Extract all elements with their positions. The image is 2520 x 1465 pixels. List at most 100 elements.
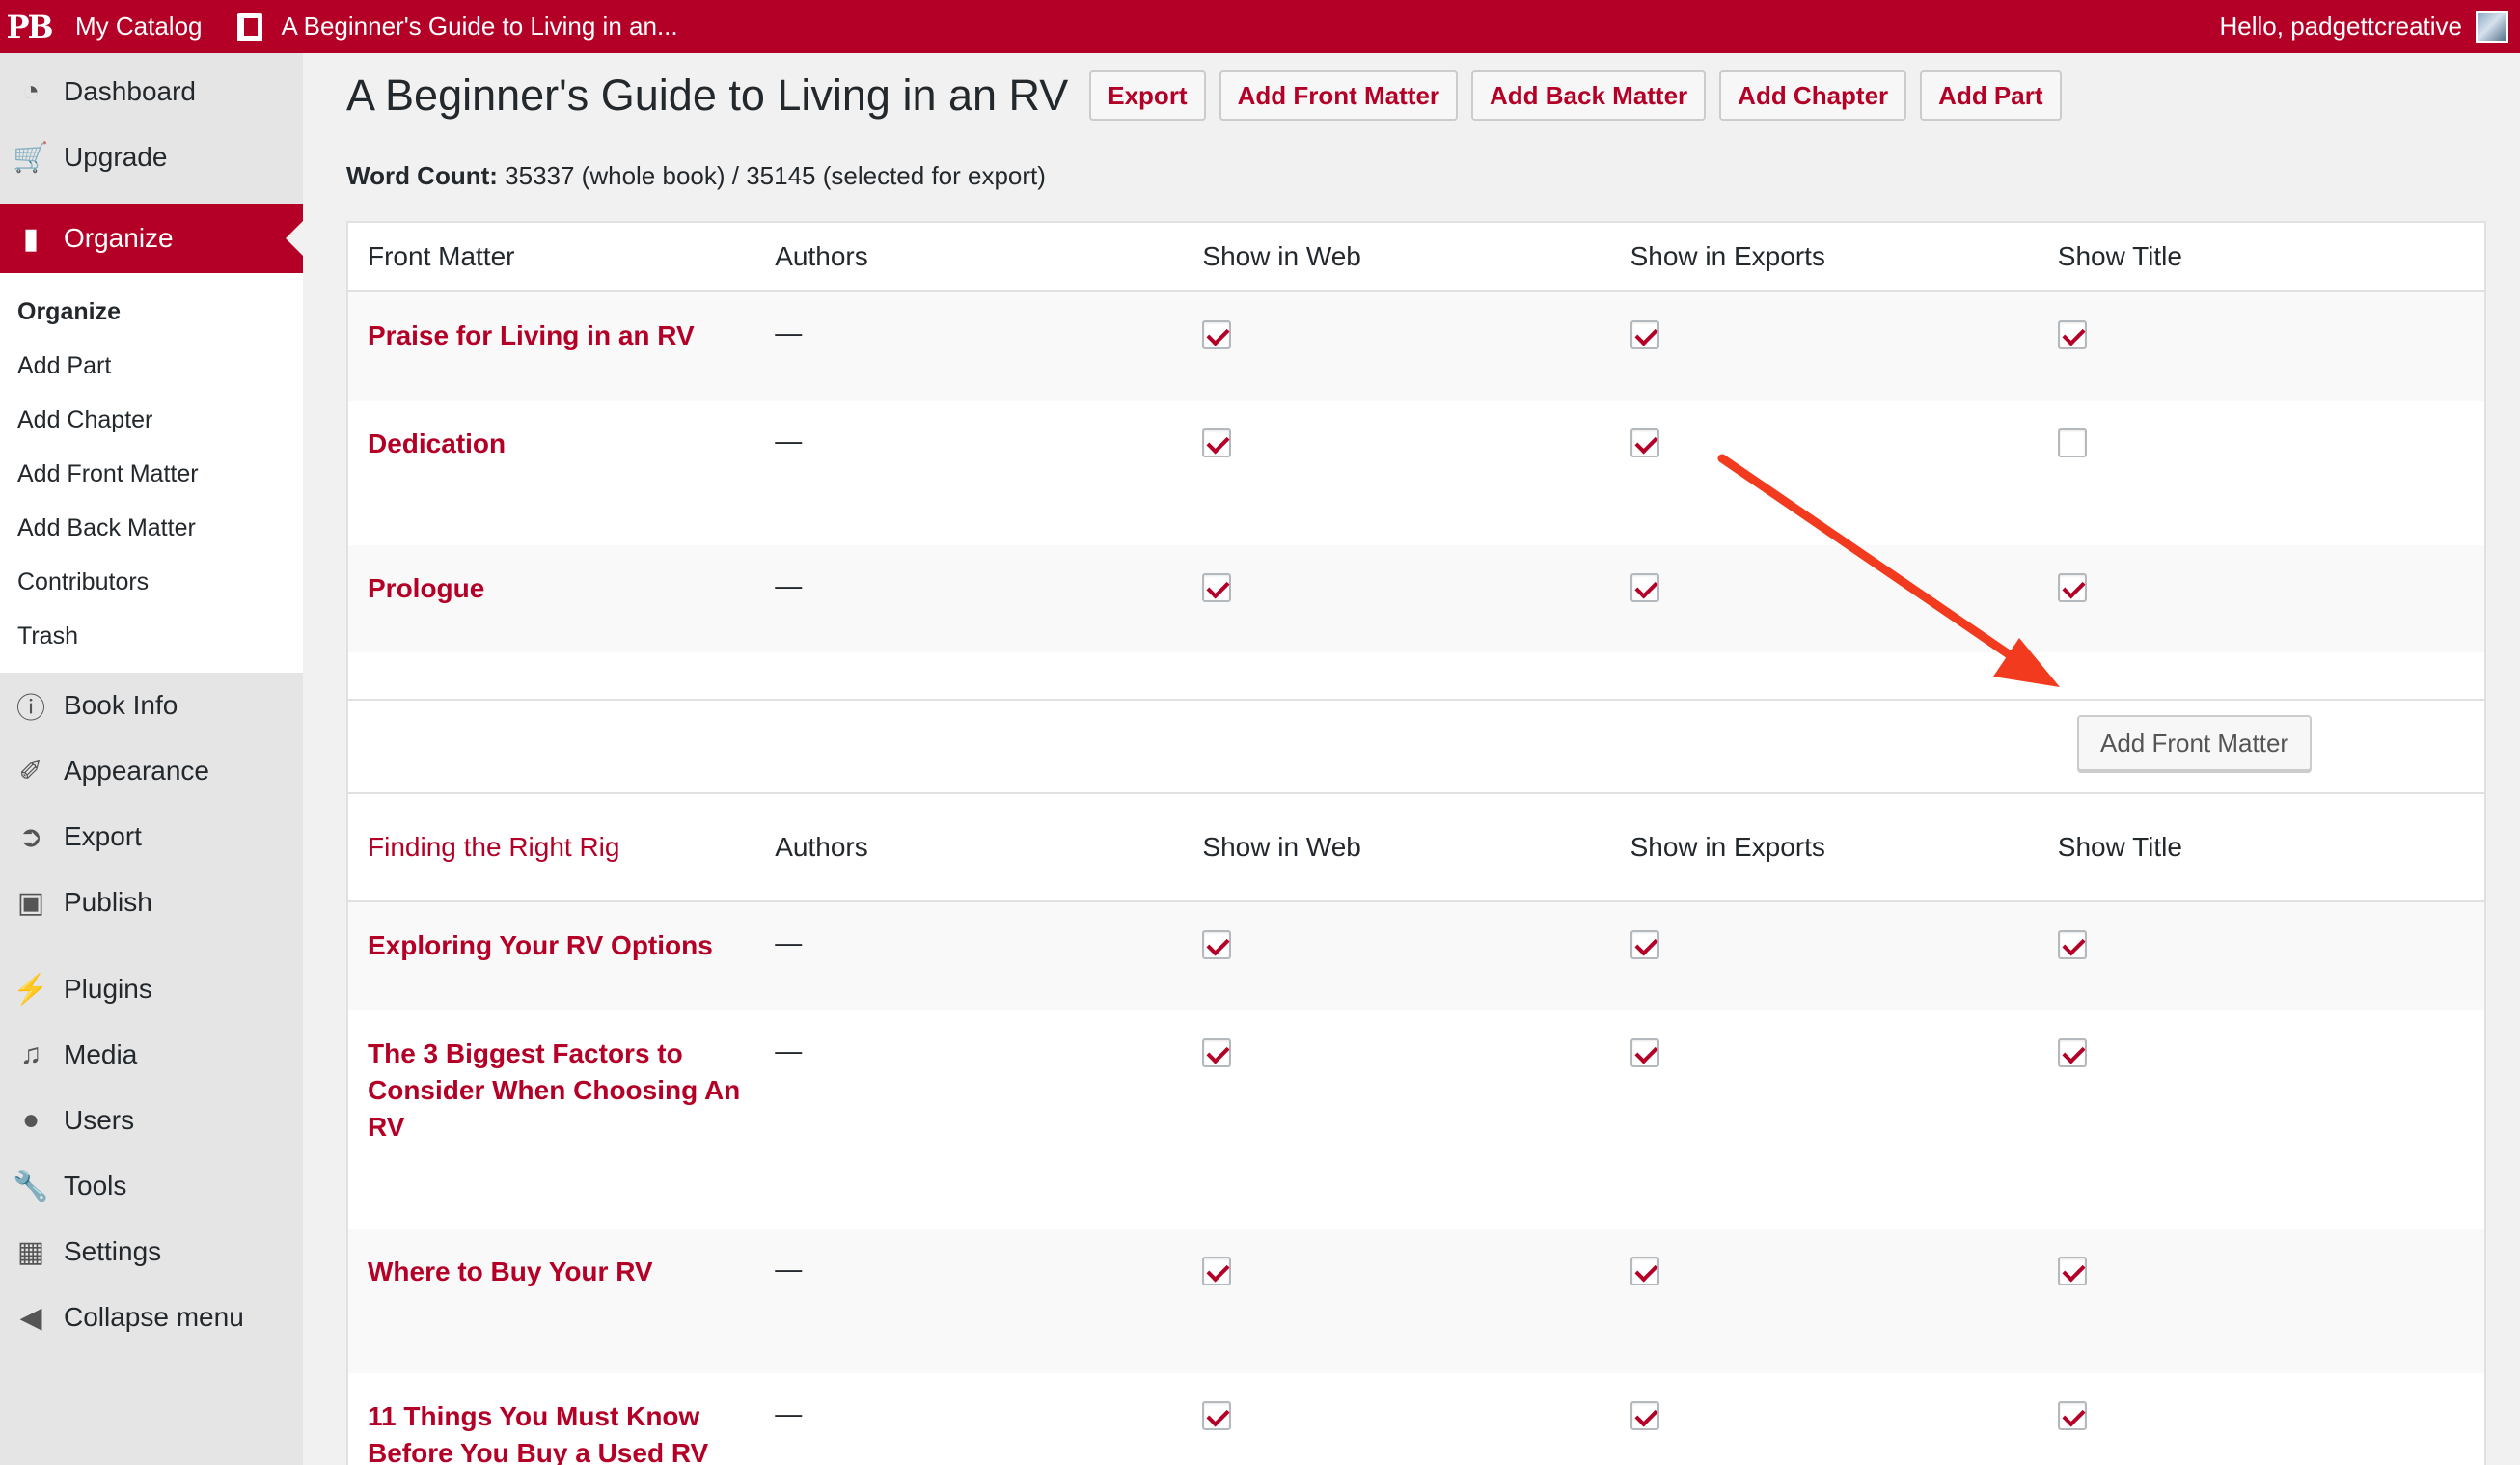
menu-settings-label: Settings xyxy=(64,1236,162,1266)
menu-users[interactable]: ● Users xyxy=(0,1088,303,1153)
pressbooks-logo[interactable]: PB xyxy=(0,0,58,53)
row-title-link[interactable]: Praise for Living in an RV xyxy=(368,318,775,354)
menu-publish[interactable]: ▣ Publish xyxy=(0,870,303,935)
show-title-checkbox[interactable] xyxy=(2057,320,2087,349)
menu-upgrade[interactable]: 🛒 Upgrade xyxy=(0,124,303,190)
info-icon: ⓘ xyxy=(16,693,45,725)
menu-appearance-label: Appearance xyxy=(64,756,210,786)
show-in-web-checkbox[interactable] xyxy=(1202,1257,1232,1285)
menu-organize[interactable]: ▮ Organize xyxy=(0,204,303,273)
show-in-web-checkbox[interactable] xyxy=(1202,428,1232,457)
row-title-link[interactable]: Dedication xyxy=(368,426,775,462)
header-show-in-web: Show in Web xyxy=(1202,832,1361,862)
dashboard-icon: ◔ xyxy=(21,75,41,107)
menu-plugins[interactable]: ⚡ Plugins xyxy=(0,956,303,1022)
menu-media[interactable]: ♫ Media xyxy=(0,1022,303,1088)
menu-upgrade-label: Upgrade xyxy=(64,142,168,172)
menu-appearance[interactable]: ✐ Appearance xyxy=(0,738,303,804)
header-show-title: Show Title xyxy=(2057,241,2182,271)
row-authors: — xyxy=(775,426,803,456)
submenu-trash[interactable]: Trash xyxy=(0,609,303,663)
menu-book-info[interactable]: ⓘ Book Info xyxy=(0,673,303,738)
collapse-icon: ◀ xyxy=(19,1301,42,1334)
row-authors: — xyxy=(775,570,803,600)
show-in-exports-checkbox[interactable] xyxy=(1630,1038,1659,1067)
row-title-link[interactable]: The 3 Biggest Factors to Consider When C… xyxy=(368,1036,775,1146)
cart-icon: 🛒 xyxy=(13,141,49,174)
show-title-checkbox[interactable] xyxy=(2057,428,2087,457)
add-chapter-button[interactable]: Add Chapter xyxy=(1719,70,1907,121)
add-back-matter-button[interactable]: Add Back Matter xyxy=(1471,70,1707,121)
submenu-add-front-matter[interactable]: Add Front Matter xyxy=(0,447,303,501)
show-title-checkbox[interactable] xyxy=(2057,573,2087,602)
show-in-web-checkbox[interactable] xyxy=(1202,573,1232,602)
show-in-exports-checkbox[interactable] xyxy=(1630,573,1659,602)
submenu-add-chapter[interactable]: Add Chapter xyxy=(0,393,303,447)
plug-icon: ⚡ xyxy=(13,973,49,1006)
organize-submenu: Organize Add Part Add Chapter Add Front … xyxy=(0,273,303,673)
show-in-web-checkbox[interactable] xyxy=(1202,320,1232,349)
header-front-matter: Front Matter xyxy=(368,241,515,271)
show-in-web-checkbox[interactable] xyxy=(1202,1038,1232,1067)
header-show-in-exports: Show in Exports xyxy=(1630,241,1825,271)
menu-dashboard[interactable]: ◔ Dashboard xyxy=(0,59,303,124)
table-footer: Add Front Matter xyxy=(348,699,2484,795)
show-title-checkbox[interactable] xyxy=(2057,1257,2087,1285)
word-count-value: 35337 (whole book) / 35145 (selected for… xyxy=(505,161,1046,190)
show-in-exports-checkbox[interactable] xyxy=(1630,1257,1659,1285)
table-row: Dedication — xyxy=(348,401,2484,545)
add-front-matter-table-button[interactable]: Add Front Matter xyxy=(2077,715,2313,771)
header-authors: Authors xyxy=(775,832,868,862)
show-in-web-checkbox[interactable] xyxy=(1202,930,1232,959)
menu-tools-label: Tools xyxy=(64,1171,127,1201)
row-title-link[interactable]: 11 Things You Must Know Before You Buy a… xyxy=(368,1398,775,1465)
menu-dashboard-label: Dashboard xyxy=(64,76,196,106)
book-icon xyxy=(236,12,262,41)
menu-tools[interactable]: 🔧 Tools xyxy=(0,1153,303,1219)
current-book-title: A Beginner's Guide to Living in an... xyxy=(281,12,678,41)
table-row: 11 Things You Must Know Before You Buy a… xyxy=(348,1373,2484,1465)
avatar xyxy=(2476,10,2508,43)
show-in-exports-checkbox[interactable] xyxy=(1630,930,1659,959)
menu-book-info-label: Book Info xyxy=(64,690,178,720)
row-authors: — xyxy=(775,318,803,347)
menu-settings[interactable]: ▦ Settings xyxy=(0,1219,303,1285)
page-title: A Beginner's Guide to Living in an RV xyxy=(346,70,1069,120)
part-table: Finding the Right Rig Authors Show in We… xyxy=(346,792,2486,1465)
show-in-exports-checkbox[interactable] xyxy=(1630,428,1659,457)
my-catalog-link[interactable]: My Catalog xyxy=(58,0,220,53)
account-menu[interactable]: Hello, padgettcreative xyxy=(2220,0,2508,53)
brush-icon: ✐ xyxy=(18,755,43,788)
word-count: Word Count: 35337 (whole book) / 35145 (… xyxy=(346,161,1046,191)
menu-export-label: Export xyxy=(64,821,142,851)
front-matter-table: Front Matter Authors Show in Web Show in… xyxy=(346,221,2486,795)
collapse-menu[interactable]: ◀ Collapse menu xyxy=(0,1285,303,1350)
row-title-link[interactable]: Exploring Your RV Options xyxy=(368,927,775,964)
admin-bar: PB My Catalog A Beginner's Guide to Livi… xyxy=(0,0,2520,53)
show-in-exports-checkbox[interactable] xyxy=(1630,320,1659,349)
current-book-link[interactable]: A Beginner's Guide to Living in an... xyxy=(220,0,696,53)
menu-export[interactable]: ➲ Export xyxy=(0,804,303,870)
show-title-checkbox[interactable] xyxy=(2057,930,2087,959)
submenu-add-back-matter[interactable]: Add Back Matter xyxy=(0,501,303,555)
submenu-contributors[interactable]: Contributors xyxy=(0,555,303,609)
part-title-link[interactable]: Finding the Right Rig xyxy=(368,832,619,862)
table-header: Finding the Right Rig Authors Show in We… xyxy=(348,794,2484,902)
header-show-in-web: Show in Web xyxy=(1202,241,1361,271)
submenu-organize[interactable]: Organize xyxy=(0,285,303,339)
row-title-link[interactable]: Prologue xyxy=(368,570,775,607)
table-row: Praise for Living in an RV — xyxy=(348,292,2484,401)
row-title-link[interactable]: Where to Buy Your RV xyxy=(368,1254,775,1290)
row-authors: — xyxy=(775,1036,803,1065)
menu-plugins-label: Plugins xyxy=(64,974,152,1004)
submenu-add-part[interactable]: Add Part xyxy=(0,339,303,393)
show-title-checkbox[interactable] xyxy=(2057,1401,2087,1430)
add-part-button[interactable]: Add Part xyxy=(1920,70,2062,121)
export-icon: ➲ xyxy=(18,820,43,853)
show-in-web-checkbox[interactable] xyxy=(1202,1401,1232,1430)
show-in-exports-checkbox[interactable] xyxy=(1630,1401,1659,1430)
export-button[interactable]: Export xyxy=(1089,70,1206,121)
table-row: The 3 Biggest Factors to Consider When C… xyxy=(348,1010,2484,1229)
show-title-checkbox[interactable] xyxy=(2057,1038,2087,1067)
add-front-matter-button[interactable]: Add Front Matter xyxy=(1219,70,1459,121)
